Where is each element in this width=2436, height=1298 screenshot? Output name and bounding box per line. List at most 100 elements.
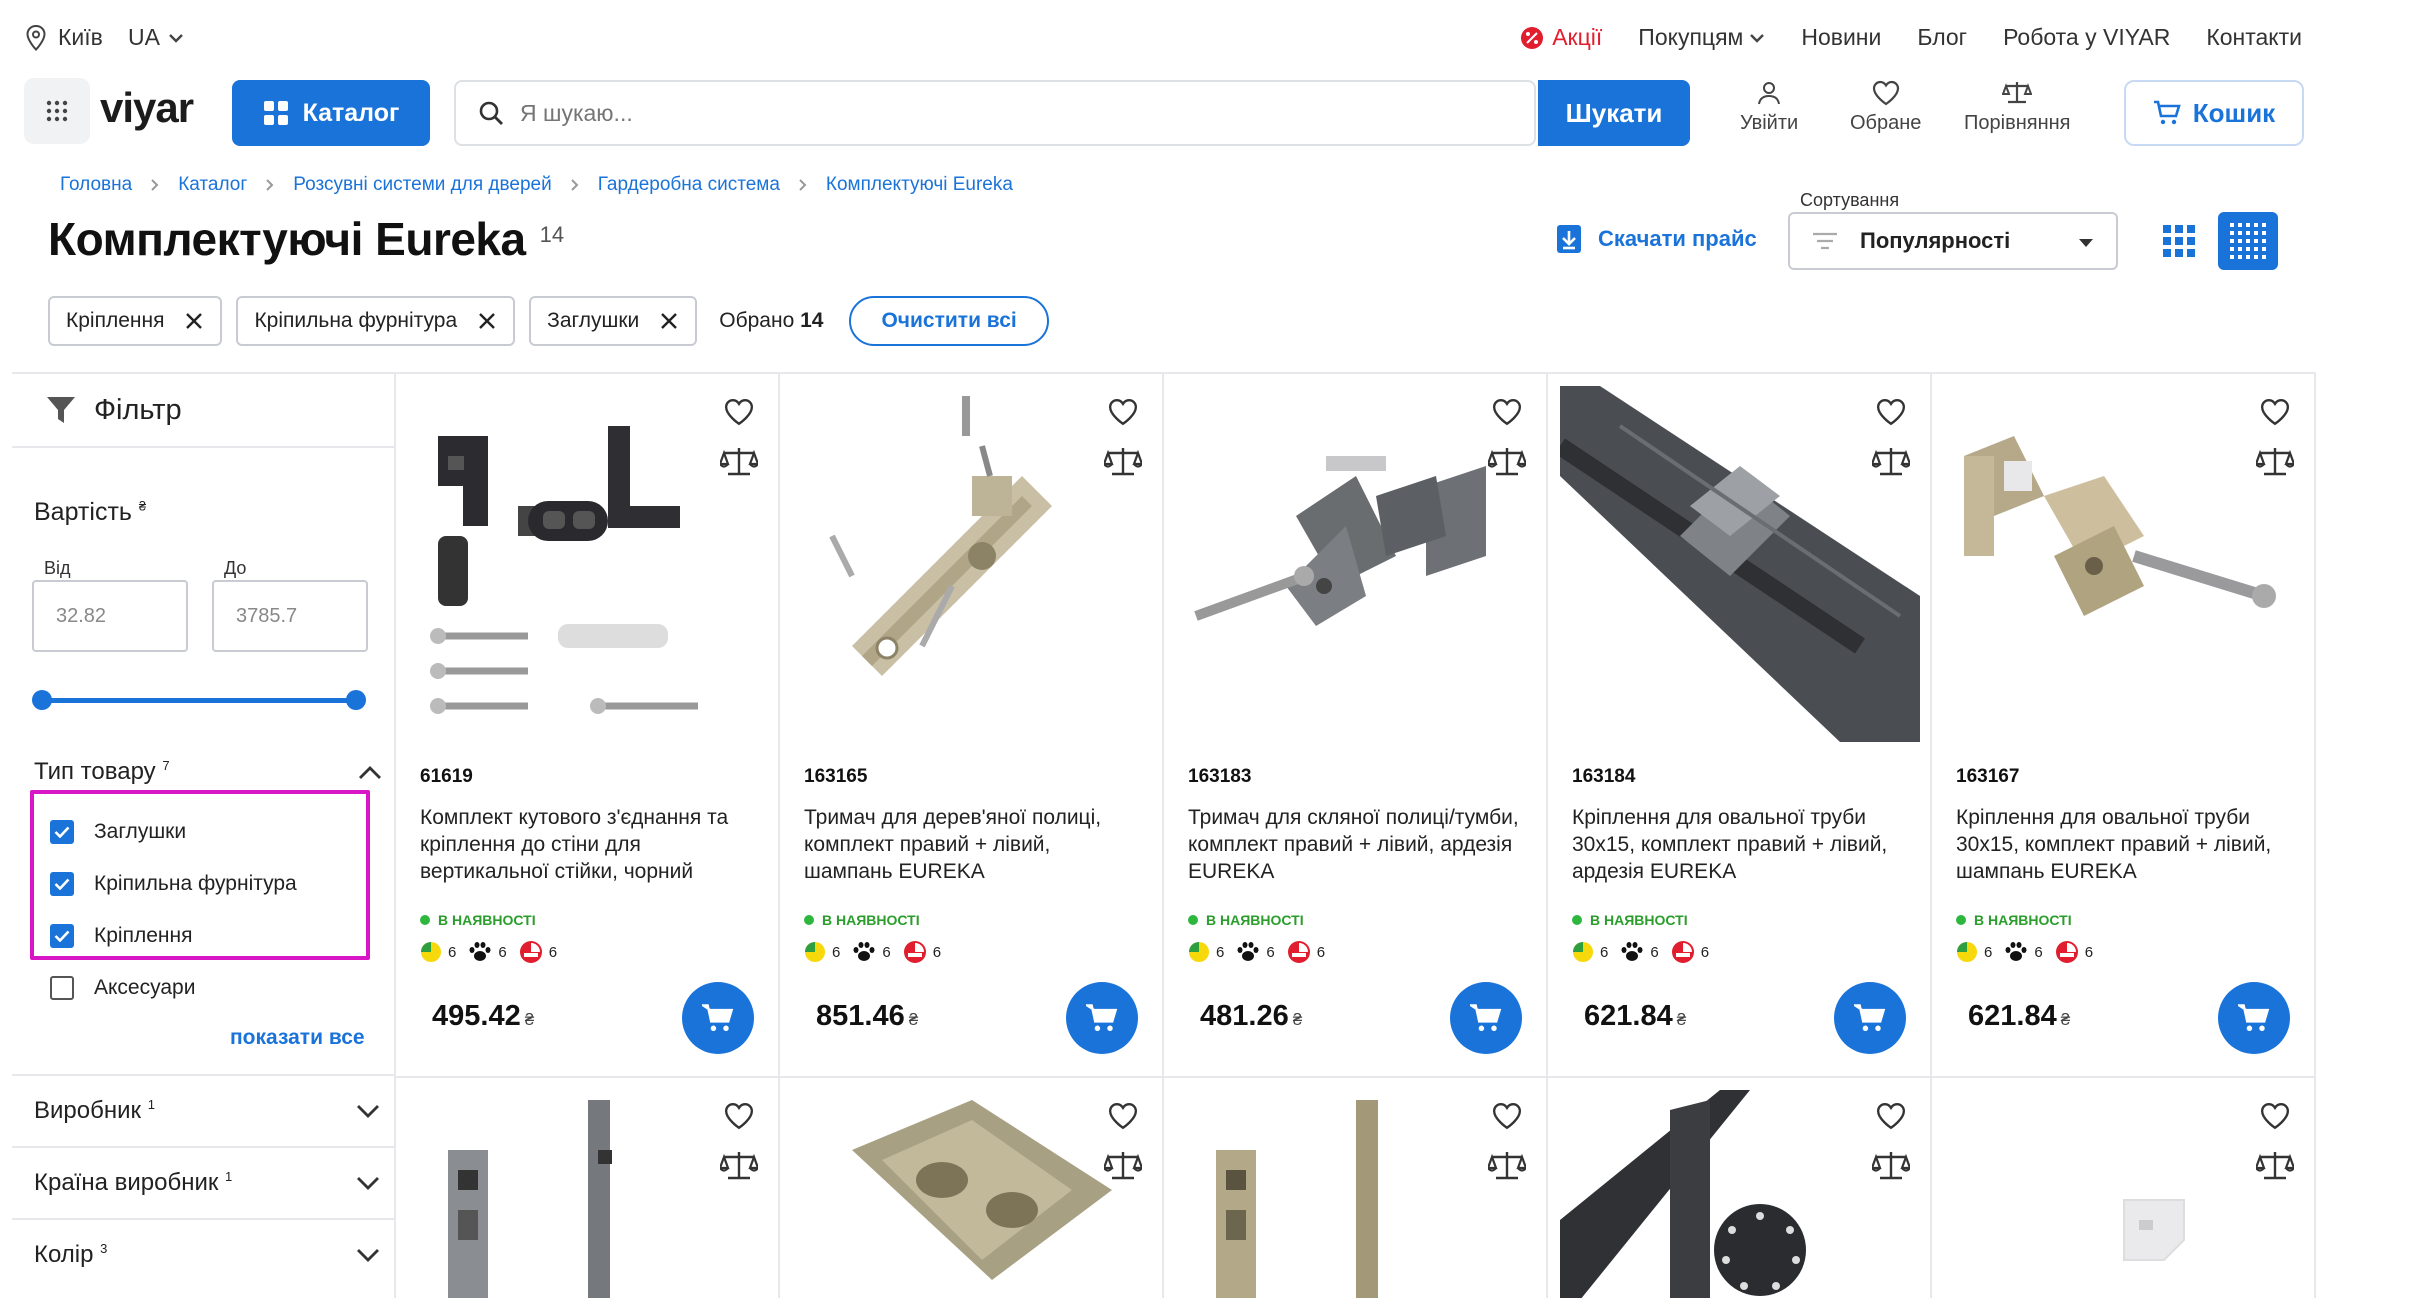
scales-icon[interactable] xyxy=(2256,1150,2294,1182)
product-card[interactable]: 163167 Кріплення для овальної труби 30х1… xyxy=(1932,372,2316,1078)
product-name[interactable]: Кріплення для овальної труби 30х15, комп… xyxy=(1956,804,2296,885)
filter-chip[interactable]: Заглушки xyxy=(529,296,698,346)
checkbox-accessories[interactable]: Аксесуари xyxy=(50,976,195,1000)
search-button[interactable]: Шукати xyxy=(1538,80,1690,146)
product-image[interactable] xyxy=(408,386,768,742)
price-to-input[interactable]: 3785.7 xyxy=(212,580,368,652)
product-card[interactable] xyxy=(396,1078,780,1298)
heart-icon[interactable] xyxy=(1492,1102,1522,1130)
show-all-link[interactable]: показати все xyxy=(230,1026,365,1050)
grid-view-large-button[interactable] xyxy=(2150,212,2208,270)
checkbox-fasteners[interactable]: Кріпильна фурнітура xyxy=(50,872,297,896)
add-to-cart-button[interactable] xyxy=(682,982,754,1054)
nav-promo[interactable]: Акції xyxy=(1520,24,1602,51)
product-name[interactable]: Тримач для скляної полиці/тумби, комплек… xyxy=(1188,804,1528,885)
download-price-link[interactable]: Скачати прайс xyxy=(1556,224,1757,254)
product-image[interactable] xyxy=(792,1090,1152,1298)
filter-chip[interactable]: Кріплення xyxy=(48,296,223,346)
product-image[interactable] xyxy=(1944,1090,2304,1298)
checkbox-unchecked-icon[interactable] xyxy=(50,976,74,1000)
site-logo[interactable]: viyar xyxy=(100,84,194,132)
checkbox-plugs[interactable]: Заглушки xyxy=(50,820,186,844)
add-to-cart-button[interactable] xyxy=(1450,982,1522,1054)
product-image[interactable] xyxy=(1560,386,1920,742)
close-icon[interactable] xyxy=(659,311,679,331)
heart-icon[interactable] xyxy=(724,398,754,426)
product-card[interactable]: 163183 Тримач для скляної полиці/тумби, … xyxy=(1164,372,1548,1078)
grid-view-small-button[interactable] xyxy=(2218,212,2278,270)
checkbox-checked-icon[interactable] xyxy=(50,872,74,896)
heart-icon[interactable] xyxy=(2260,1102,2290,1130)
scales-icon[interactable] xyxy=(1488,1150,1526,1182)
scales-icon[interactable] xyxy=(720,446,758,478)
checkbox-checked-icon[interactable] xyxy=(50,924,74,948)
favorites-link[interactable]: Обране xyxy=(1850,80,1921,135)
product-card[interactable] xyxy=(780,1078,1164,1298)
product-image[interactable] xyxy=(792,386,1152,742)
product-image[interactable] xyxy=(1176,386,1536,742)
nav-careers[interactable]: Робота у VIYAR xyxy=(2003,24,2170,51)
breadcrumb-item[interactable]: Головна xyxy=(60,174,132,196)
price-from-input[interactable]: 32.82 xyxy=(32,580,188,652)
scales-icon[interactable] xyxy=(1104,1150,1142,1182)
product-name[interactable]: Комплект кутового з'єднання та кріплення… xyxy=(420,804,760,885)
checkbox-checked-icon[interactable] xyxy=(50,820,74,844)
product-type-title[interactable]: Тип товару 7 xyxy=(34,758,170,786)
search-input[interactable] xyxy=(520,99,1220,127)
apps-menu-button[interactable] xyxy=(24,78,90,144)
compare-link[interactable]: Порівняння xyxy=(1964,80,2070,135)
city-selector[interactable]: Київ xyxy=(26,24,103,51)
heart-icon[interactable] xyxy=(2260,398,2290,426)
accordion-color[interactable]: Колір 3 xyxy=(12,1218,394,1290)
product-card[interactable] xyxy=(1932,1078,2316,1298)
scales-icon[interactable] xyxy=(1488,446,1526,478)
heart-icon[interactable] xyxy=(1492,398,1522,426)
product-image[interactable] xyxy=(408,1090,768,1298)
nav-contacts[interactable]: Контакти xyxy=(2206,24,2302,51)
scales-icon[interactable] xyxy=(2256,446,2294,478)
heart-icon[interactable] xyxy=(724,1102,754,1130)
filter-chip[interactable]: Кріпильна фурнітура xyxy=(236,296,516,346)
accordion-country[interactable]: Країна виробник 1 xyxy=(12,1146,394,1218)
accordion-manufacturer[interactable]: Виробник 1 xyxy=(12,1074,394,1146)
breadcrumb-item[interactable]: Гардеробна система xyxy=(598,174,780,196)
close-icon[interactable] xyxy=(184,311,204,331)
scales-icon[interactable] xyxy=(1104,446,1142,478)
checkbox-mounts[interactable]: Кріплення xyxy=(50,924,192,948)
close-icon[interactable] xyxy=(477,311,497,331)
add-to-cart-button[interactable] xyxy=(1066,982,1138,1054)
nav-blog[interactable]: Блог xyxy=(1917,24,1967,51)
add-to-cart-button[interactable] xyxy=(1834,982,1906,1054)
breadcrumb-item[interactable]: Комплектуючі Eureka xyxy=(826,174,1013,196)
product-image[interactable] xyxy=(1176,1090,1536,1298)
clear-all-button[interactable]: Очистити всі xyxy=(849,296,1049,346)
price-slider-max-handle[interactable] xyxy=(346,690,366,710)
breadcrumb-item[interactable]: Каталог xyxy=(178,174,247,196)
scales-icon[interactable] xyxy=(720,1150,758,1182)
heart-icon[interactable] xyxy=(1108,398,1138,426)
scales-icon[interactable] xyxy=(1872,1150,1910,1182)
sort-select[interactable]: Популярності xyxy=(1788,212,2118,270)
product-card[interactable] xyxy=(1164,1078,1548,1298)
cart-button[interactable]: Кошик xyxy=(2124,80,2304,146)
product-name[interactable]: Кріплення для овальної труби 30х15, комп… xyxy=(1572,804,1912,885)
heart-icon[interactable] xyxy=(1876,1102,1906,1130)
scales-icon[interactable] xyxy=(1872,446,1910,478)
product-name[interactable]: Тримач для дерев'яної полиці, комплект п… xyxy=(804,804,1144,885)
chevron-up-icon[interactable] xyxy=(358,766,382,780)
product-card[interactable]: 163165 Тримач для дерев'яної полиці, ком… xyxy=(780,372,1164,1078)
language-selector[interactable]: UA xyxy=(128,24,184,51)
price-slider-min-handle[interactable] xyxy=(32,690,52,710)
product-image[interactable] xyxy=(1560,1090,1920,1298)
product-card[interactable] xyxy=(1548,1078,1932,1298)
breadcrumb-item[interactable]: Розсувні системи для дверей xyxy=(293,174,551,196)
heart-icon[interactable] xyxy=(1108,1102,1138,1130)
nav-buyers[interactable]: Покупцям xyxy=(1638,24,1765,51)
add-to-cart-button[interactable] xyxy=(2218,982,2290,1054)
product-image[interactable] xyxy=(1944,386,2304,742)
nav-news[interactable]: Новини xyxy=(1801,24,1881,51)
product-card[interactable]: 163184 Кріплення для овальної труби 30х1… xyxy=(1548,372,1932,1078)
login-link[interactable]: Увійти xyxy=(1740,80,1798,135)
catalog-button[interactable]: Каталог xyxy=(232,80,430,146)
heart-icon[interactable] xyxy=(1876,398,1906,426)
